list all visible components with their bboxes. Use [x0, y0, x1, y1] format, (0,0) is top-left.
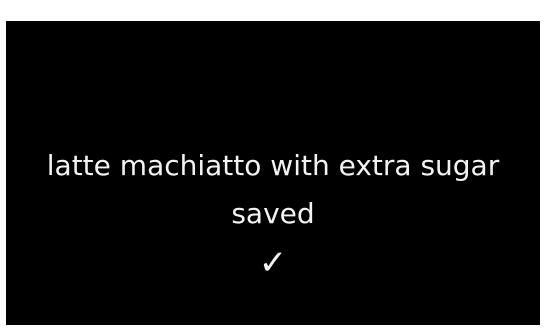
saved-status-text: saved	[231, 197, 315, 230]
confirmation-screen: latte machiatto with extra sugar saved ✓	[6, 21, 540, 325]
checkmark-icon: ✓	[258, 243, 288, 283]
confirmation-message: latte machiatto with extra sugar saved	[6, 142, 540, 238]
recipe-name-text: latte machiatto with extra sugar	[46, 149, 500, 182]
